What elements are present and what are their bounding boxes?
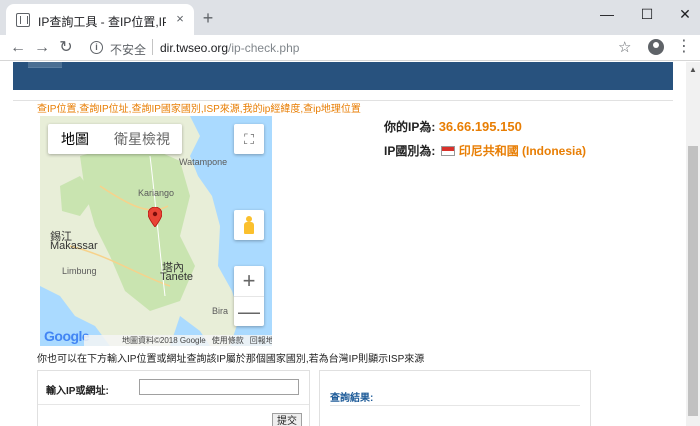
country-info-row: IP國別為: 印尼共和國 (Indonesia) xyxy=(384,142,586,159)
minimize-button[interactable]: — xyxy=(594,4,620,24)
result-label: 查詢結果: xyxy=(330,393,374,404)
form-divider xyxy=(38,404,309,405)
reload-button[interactable]: ↻ xyxy=(56,38,76,58)
map-report-link[interactable]: 回報地圖錯誤 xyxy=(250,336,272,345)
page-scrollbar[interactable]: ▲ xyxy=(686,62,700,426)
browser-tab[interactable]: IP查詢工具 - 查IP位置,IP查國家 × xyxy=(6,4,194,35)
browser-menu-icon[interactable]: ⋮ xyxy=(676,38,692,56)
tab-close-icon[interactable]: × xyxy=(172,11,188,27)
bookmark-star-icon[interactable]: ☆ xyxy=(618,38,631,56)
lookup-form: 輸入IP或網址: 提交 xyxy=(37,370,310,426)
fullscreen-icon[interactable]: ⛶ xyxy=(234,124,264,154)
security-status: 不安全 xyxy=(110,43,147,57)
ip-input-label: 輸入IP或網址: xyxy=(46,386,109,397)
ip-input-field[interactable] xyxy=(139,379,299,395)
lookup-hint: 你也可以在下方輸入IP位置或網址查詢該IP屬於那個國家國別,若為台灣IP則顯示I… xyxy=(37,354,425,365)
map-label-kariango: Kariango xyxy=(138,188,175,198)
browser-toolbar: ← → ↻ i 不安全 dir.twseo.org/ip-check.php ☆ xyxy=(0,35,700,61)
map-terms-link[interactable]: 使用條款 xyxy=(212,336,244,345)
map-footer: 地圖資料©2018 Google 使用條款回報地圖錯誤 xyxy=(120,335,272,346)
profile-avatar-icon[interactable] xyxy=(648,39,664,55)
maximize-button[interactable]: ☐ xyxy=(634,4,660,24)
map-view-button[interactable]: 地圖 xyxy=(48,124,102,154)
ip-label: 你的IP為: xyxy=(384,120,436,134)
map-label-limbung: Limbung xyxy=(62,266,97,276)
page-viewport: 查IP位置,查詢IP位址,查詢IP國家國別,ISP來源,我的ip經緯度,查ip地… xyxy=(0,62,686,426)
google-map[interactable]: 地圖 衛星檢視 ⛶ Watampone Kariango 錫江 Makassar… xyxy=(40,116,272,346)
zoom-control: + — xyxy=(234,266,264,326)
map-label-watampone: Watampone xyxy=(179,157,228,167)
forward-button[interactable]: → xyxy=(32,38,52,58)
pegman-icon xyxy=(244,216,254,234)
submit-button[interactable]: 提交 xyxy=(272,413,302,426)
site-header-banner xyxy=(13,62,673,90)
country-value[interactable]: 印尼共和國 (Indonesia) xyxy=(459,144,586,158)
satellite-view-button[interactable]: 衛星檢視 xyxy=(102,124,182,154)
close-window-button[interactable]: ✕ xyxy=(672,4,698,24)
map-label-tanete: Tanete xyxy=(160,271,194,283)
keywords-line: 查IP位置,查詢IP位址,查詢IP國家國別,ISP來源,我的ip經緯度,查ip地… xyxy=(37,104,361,115)
url-host: dir.twseo.org xyxy=(160,41,229,55)
street-view-button[interactable] xyxy=(234,210,264,240)
map-footer-spacer xyxy=(84,335,120,346)
zoom-out-button[interactable]: — xyxy=(234,296,264,326)
tab-strip: IP查詢工具 - 查IP位置,IP查國家 × + — ☐ ✕ xyxy=(0,0,700,35)
ip-info-row: 你的IP為: 36.66.195.150 xyxy=(384,118,522,135)
scroll-up-arrow-icon[interactable]: ▲ xyxy=(689,65,697,74)
google-logo: Google xyxy=(44,328,90,344)
country-label: IP國別為: xyxy=(384,144,436,158)
location-pin-icon[interactable] xyxy=(148,207,162,227)
map-type-control: 地圖 衛星檢視 xyxy=(48,124,182,154)
map-label-bira: Bira xyxy=(212,306,229,316)
new-tab-button[interactable]: + xyxy=(199,9,217,27)
url-divider xyxy=(152,39,153,55)
indonesia-flag-icon xyxy=(440,145,455,156)
page-content: 查IP位置,查詢IP位址,查詢IP國家國別,ISP來源,我的ip經緯度,查ip地… xyxy=(13,62,673,426)
address-bar[interactable]: i 不安全 dir.twseo.org/ip-check.php ☆ xyxy=(82,36,642,60)
ip-value: 36.66.195.150 xyxy=(438,119,522,134)
page-favicon-icon xyxy=(16,13,30,27)
map-data-credit: 地圖資料©2018 Google xyxy=(122,336,206,345)
tab-title: IP查詢工具 - 查IP位置,IP查國家 xyxy=(38,15,166,29)
result-divider xyxy=(330,405,580,406)
header-nav-tab[interactable] xyxy=(28,62,62,68)
back-button[interactable]: ← xyxy=(8,38,28,58)
zoom-in-button[interactable]: + xyxy=(234,266,264,296)
url-text[interactable]: dir.twseo.org/ip-check.php xyxy=(160,41,299,55)
result-panel: 查詢結果: xyxy=(319,370,591,426)
url-path: /ip-check.php xyxy=(228,41,300,55)
scrollbar-thumb[interactable] xyxy=(688,146,698,416)
map-label-makassar: Makassar xyxy=(50,240,98,252)
info-icon[interactable]: i xyxy=(90,41,103,54)
